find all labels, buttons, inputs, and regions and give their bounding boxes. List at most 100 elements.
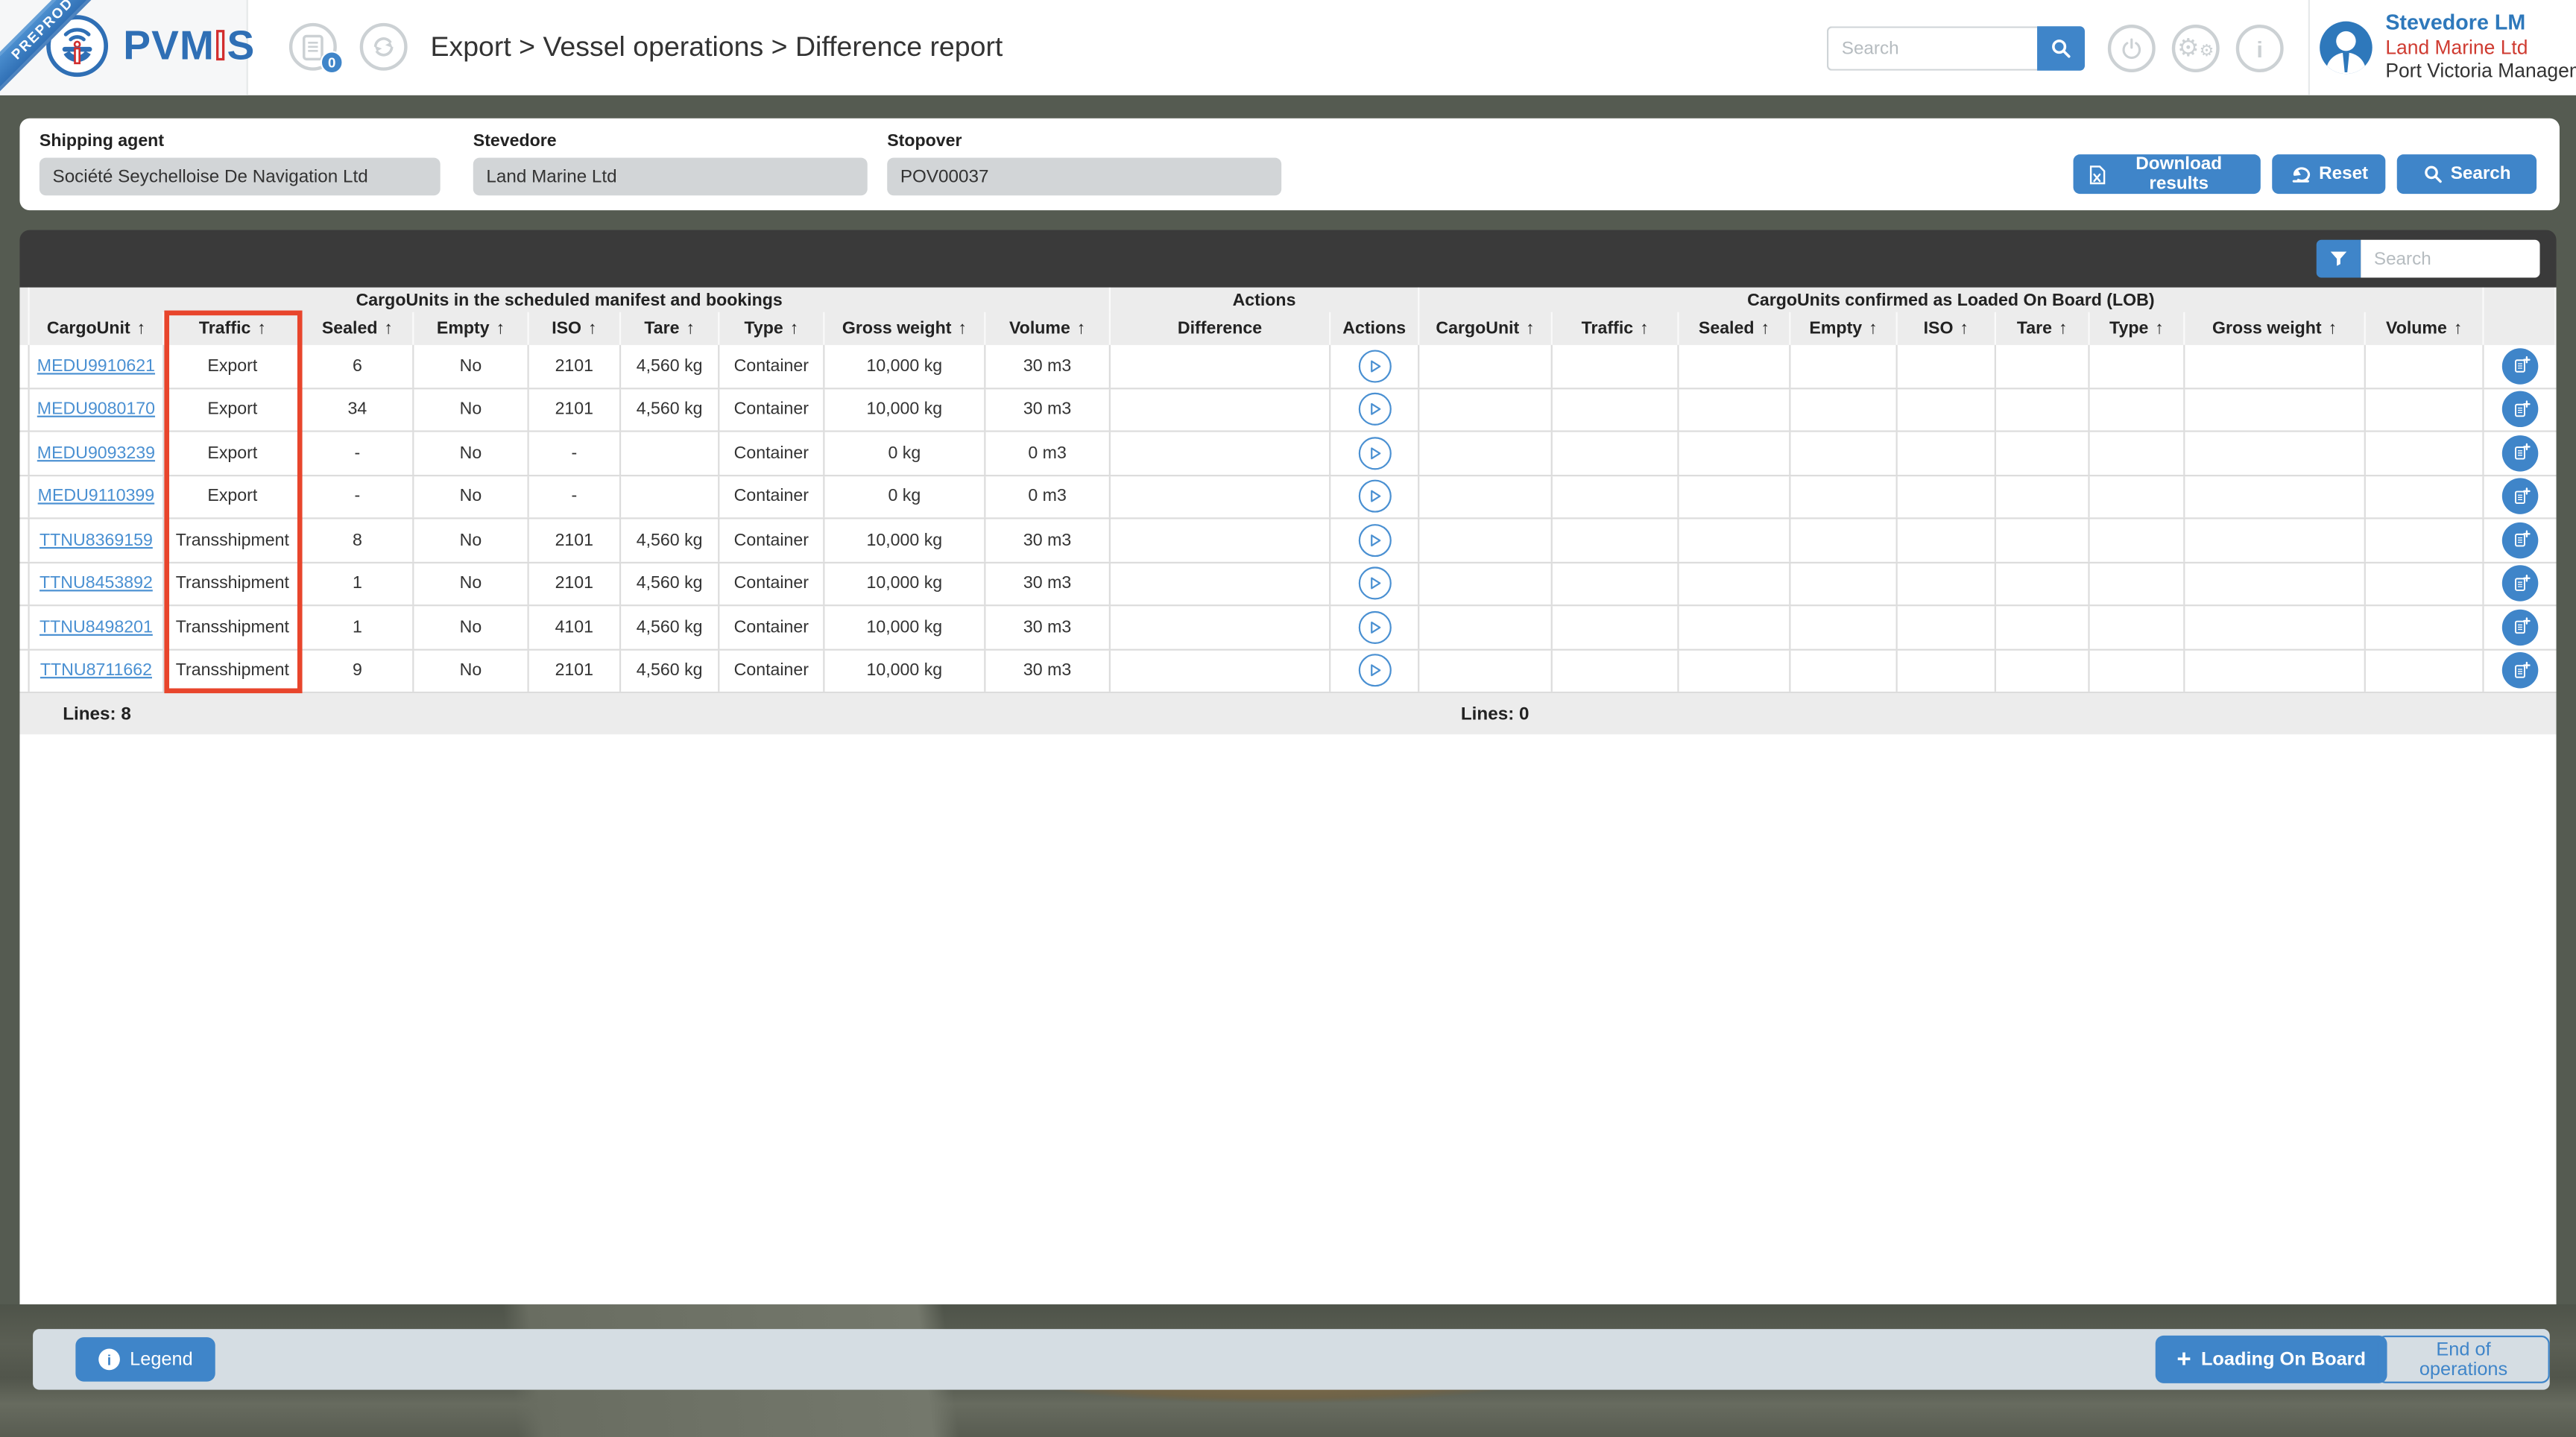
column-header-lob-sealed[interactable]: Sealed↑ (1679, 312, 1791, 345)
column-header-manifest-cargounit[interactable]: CargoUnit↑ (30, 312, 165, 345)
run-action-button[interactable] (1358, 480, 1391, 513)
cargo-unit-link[interactable]: TTNU8369159 (40, 530, 153, 549)
column-header-manifest-gross-weight[interactable]: Gross weight↑ (824, 312, 985, 345)
cell-edit (2484, 563, 2557, 604)
column-header-manifest-traffic[interactable]: Traffic↑ (164, 312, 302, 345)
global-search-button[interactable] (2037, 26, 2085, 71)
cell-volume: 0 m3 (985, 476, 1111, 517)
cargo-unit-link[interactable]: TTNU8453892 (40, 574, 153, 593)
column-header-manifest-tare[interactable]: Tare↑ (621, 312, 719, 345)
cell-lob-type (2090, 650, 2185, 692)
add-lob-record-button[interactable] (2502, 653, 2538, 689)
column-header-lob-tare[interactable]: Tare↑ (1996, 312, 2090, 345)
cell-lob-iso (1898, 606, 1996, 648)
cell-lob-sealed (1679, 519, 1791, 560)
cell-lob-tare (1996, 388, 2090, 430)
run-action-button[interactable] (1358, 524, 1391, 557)
column-header-lob-empty[interactable]: Empty↑ (1790, 312, 1897, 345)
cargo-unit-link[interactable]: MEDU9080170 (37, 399, 155, 419)
sort-ascending-icon: ↑ (1761, 319, 1770, 338)
cell-gross_weight: 0 kg (824, 432, 985, 474)
search-filter-button[interactable]: Search (2397, 154, 2536, 194)
cargo-unit-link[interactable]: MEDU9093239 (37, 443, 155, 463)
group-header-edit (2484, 288, 2557, 312)
reset-icon (2289, 164, 2311, 183)
column-header-manifest-empty[interactable]: Empty↑ (414, 312, 528, 345)
settings-button[interactable]: ⚙⚙ (2172, 25, 2220, 72)
add-lob-record-button[interactable] (2502, 435, 2538, 471)
column-header-lob-traffic[interactable]: Traffic↑ (1553, 312, 1679, 345)
user-info[interactable]: Stevedore LM Land Marine Ltd Port Victor… (2385, 11, 2576, 86)
cell-lob-type (2090, 476, 2185, 517)
reset-button[interactable]: Reset (2272, 154, 2385, 194)
cell-difference (1111, 606, 1330, 648)
cell-volume: 30 m3 (985, 606, 1111, 648)
add-lob-record-button[interactable] (2502, 348, 2538, 384)
cell-iso: 2101 (529, 345, 621, 387)
cell-sealed: 1 (303, 606, 414, 648)
run-action-button[interactable] (1358, 350, 1391, 382)
cell-type: Container (719, 345, 824, 387)
documents-button[interactable]: 0 (289, 23, 337, 71)
global-search-input[interactable] (1827, 26, 2037, 71)
legend-button[interactable]: i Legend (75, 1337, 215, 1382)
loading-on-board-button[interactable]: + Loading On Board (2156, 1336, 2387, 1383)
add-lob-record-button[interactable] (2502, 609, 2538, 645)
run-action-button[interactable] (1358, 654, 1391, 687)
app-logo[interactable]: PVMIS (123, 22, 255, 70)
cell-actions (1330, 519, 1419, 560)
add-lob-record-button[interactable] (2502, 522, 2538, 558)
cargo-unit-link[interactable]: TTNU8711662 (40, 661, 152, 680)
column-header-manifest-sealed[interactable]: Sealed↑ (303, 312, 414, 345)
stopover-label: Stopover (887, 131, 1281, 151)
funnel-icon (2328, 248, 2349, 270)
column-header-lob-type[interactable]: Type↑ (2090, 312, 2185, 345)
column-header-manifest-iso[interactable]: ISO↑ (529, 312, 621, 345)
add-lob-record-button[interactable] (2502, 391, 2538, 427)
cell-lob-type (2090, 432, 2185, 474)
cell-lob-empty (1790, 432, 1897, 474)
column-header-manifest-volume[interactable]: Volume↑ (985, 312, 1111, 345)
cargo-unit-link[interactable]: TTNU8498201 (40, 617, 153, 637)
cell-cargo-unit: TTNU8453892 (30, 563, 165, 604)
column-header-lob-cargounit[interactable]: CargoUnit↑ (1419, 312, 1553, 345)
group-header-actions: Actions (1111, 288, 1419, 312)
cell-lob-iso (1898, 519, 1996, 560)
cargo-unit-link[interactable]: MEDU9910621 (37, 356, 155, 376)
run-action-button[interactable] (1358, 393, 1391, 426)
column-header-lob-iso[interactable]: ISO↑ (1898, 312, 1996, 345)
add-lob-record-button[interactable] (2502, 566, 2538, 601)
cell-lob-traffic (1553, 345, 1679, 387)
cell-sealed: 8 (303, 519, 414, 560)
run-action-button[interactable] (1358, 610, 1391, 643)
group-header-lob: CargoUnits confirmed as Loaded On Board … (1419, 288, 2484, 312)
logout-button[interactable] (2108, 25, 2156, 72)
stopover-field[interactable]: POV00037 (887, 158, 1281, 196)
table-toolbar (19, 230, 2556, 288)
table-search-input[interactable] (2361, 240, 2539, 278)
table-row: MEDU9080170Export34No21014,560 kgContain… (19, 388, 2556, 432)
cell-lob-cargo_unit (1419, 606, 1553, 648)
cell-lob-traffic (1553, 388, 1679, 430)
cell-lob-volume (2366, 345, 2484, 387)
cell-lob-cargo_unit (1419, 563, 1553, 604)
cell-lob-tare (1996, 345, 2090, 387)
download-results-button[interactable]: Download results (2074, 154, 2261, 194)
refresh-button[interactable] (360, 23, 408, 71)
cargo-unit-link[interactable]: MEDU9110399 (38, 487, 155, 506)
column-header-lob-gross-weight[interactable]: Gross weight↑ (2185, 312, 2365, 345)
stevedore-field[interactable]: Land Marine Ltd (473, 158, 868, 196)
info-icon: i (98, 1349, 120, 1371)
info-button[interactable]: i (2236, 25, 2284, 72)
column-header-manifest-type[interactable]: Type↑ (719, 312, 824, 345)
run-action-button[interactable] (1358, 567, 1391, 600)
table-filter-button[interactable] (2317, 240, 2361, 278)
shipping-agent-field[interactable]: Société Seychelloise De Navigation Ltd (40, 158, 441, 196)
end-of-operations-button[interactable]: End of operations (2377, 1336, 2549, 1383)
user-avatar[interactable] (2320, 22, 2373, 75)
run-action-button[interactable] (1358, 437, 1391, 470)
column-header-lob-volume[interactable]: Volume↑ (2366, 312, 2484, 345)
cell-empty: No (414, 563, 528, 604)
lob-line-count: Lines: 0 (1409, 693, 1580, 734)
add-lob-record-button[interactable] (2502, 479, 2538, 514)
